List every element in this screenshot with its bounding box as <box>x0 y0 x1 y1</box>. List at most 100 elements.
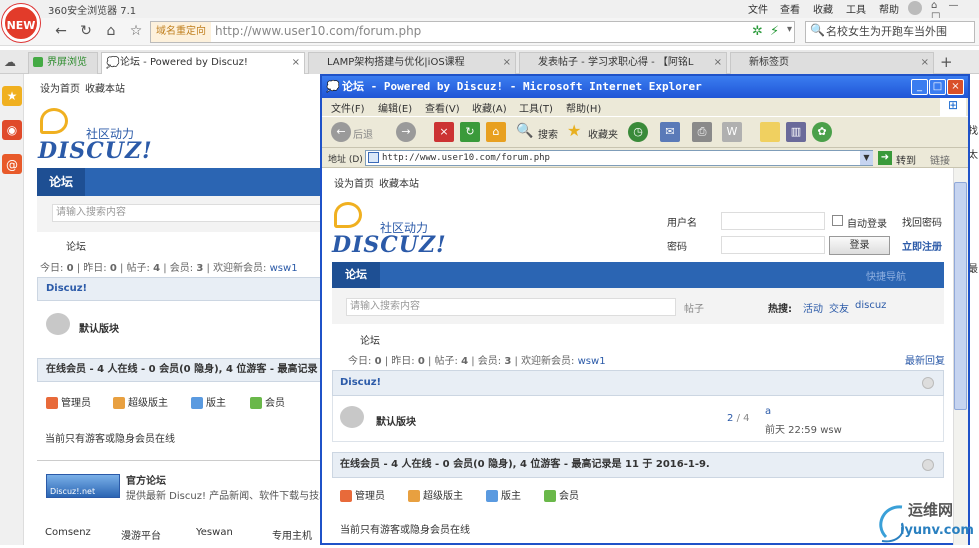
ie-menu-tools[interactable]: 工具(T) <box>519 100 553 115</box>
ie-refresh-icon[interactable]: ↻ <box>460 122 480 142</box>
menu-view[interactable]: 查看 <box>780 1 800 16</box>
tab-close-icon[interactable]: × <box>714 53 722 73</box>
new-tab-plus-icon[interactable]: + <box>940 53 953 71</box>
ie-stop-icon[interactable]: × <box>434 122 454 142</box>
newest-member-link[interactable]: wsw1 <box>270 263 298 274</box>
ie-scrollbar-thumb[interactable] <box>954 182 967 410</box>
hot-word-discuz[interactable]: discuz <box>855 300 886 311</box>
official-title[interactable]: 官方论坛 <box>126 472 166 487</box>
tab-forum[interactable]: 论坛 - Powered by Discuz! × <box>101 52 305 74</box>
last-post-title[interactable]: a <box>765 406 771 417</box>
discuz-logo[interactable]: DISCUZ! <box>38 138 153 164</box>
home-icon[interactable]: ⌂ <box>102 22 120 40</box>
tab-close-icon[interactable]: × <box>921 53 929 73</box>
breadcrumb[interactable]: 论坛 <box>66 238 86 253</box>
quick-nav-link[interactable]: 快捷导航 <box>866 268 906 283</box>
minimize-button[interactable]: _ <box>911 79 928 95</box>
tab-close-icon[interactable]: × <box>503 53 511 73</box>
footer-link-yeswan[interactable]: Yeswan <box>196 527 233 538</box>
set-homepage-link[interactable]: 设为首页 <box>40 80 80 95</box>
ie-nav-tab-forum[interactable]: 论坛 <box>332 262 380 288</box>
forum-name[interactable]: 默认版块 <box>79 320 119 335</box>
auto-login-label[interactable]: 自动登录 <box>847 215 887 230</box>
ie-forward-icon[interactable]: → <box>396 122 416 142</box>
ie-go-label[interactable]: 转到 <box>896 152 916 167</box>
ie-discuz-logo[interactable]: DISCUZ! <box>332 232 447 258</box>
discuz-net-logo[interactable]: Discuz!.net <box>46 474 120 498</box>
register-link[interactable]: 立即注册 <box>902 238 942 253</box>
login-button[interactable]: 登录 <box>829 236 890 255</box>
ie-online-header[interactable]: 在线会员 - 4 人在线 - 0 会员(0 隐身), 4 位游客 - 最高记录是… <box>332 452 944 478</box>
cloud-icon[interactable]: ☁ <box>4 55 16 69</box>
bookmark-site-link[interactable]: 收藏本站 <box>85 80 125 95</box>
weibo-icon[interactable]: ◉ <box>2 120 22 140</box>
menu-tools[interactable]: 工具 <box>846 1 866 16</box>
ie-edit-icon[interactable]: W <box>722 122 742 142</box>
address-text[interactable]: http://www.user10.com/forum.php <box>215 24 421 38</box>
auto-login-checkbox[interactable] <box>832 215 843 226</box>
ie-menu-edit[interactable]: 编辑(E) <box>378 100 412 115</box>
refresh-icon[interactable]: ↻ <box>77 22 95 40</box>
search-icon[interactable]: 🔍 <box>810 23 825 37</box>
ie-set-homepage-link[interactable]: 设为首页 <box>334 175 374 190</box>
ie-links-label[interactable]: 链接 <box>930 152 950 167</box>
tab-lamp[interactable]: LAMP架构搭建与优化|iOS课程 × <box>308 52 516 74</box>
ie-history-icon[interactable]: ◷ <box>628 122 648 142</box>
hot-word-friends[interactable]: 交友 <box>829 300 849 315</box>
ie-search-label[interactable]: 搜索 <box>538 126 558 141</box>
forum-search-input[interactable]: 请输入搜索内容 <box>52 204 325 222</box>
menu-help[interactable]: 帮助 <box>879 1 899 16</box>
ie-menu-favorites[interactable]: 收藏(A) <box>472 100 507 115</box>
ie-search-icon[interactable]: 🔍 <box>516 123 533 139</box>
ie-print-icon[interactable]: ⎙ <box>692 122 712 142</box>
ie-favorites-label[interactable]: 收藏夹 <box>588 126 618 141</box>
favorites-star-icon[interactable]: ★ <box>2 86 22 106</box>
username-input[interactable] <box>721 212 825 230</box>
last-post-user[interactable]: wsw <box>820 425 842 436</box>
ie-back-label[interactable]: 后退 <box>353 126 373 141</box>
category-header[interactable]: Discuz! <box>37 277 325 301</box>
ie-mail-icon[interactable]: ✉ <box>660 122 680 142</box>
ie-address-input[interactable]: http://www.user10.com/forum.php <box>365 150 873 166</box>
ie-discuss-icon[interactable] <box>760 122 780 142</box>
speed-icon[interactable]: ⚡ <box>770 24 779 39</box>
maximize-button[interactable]: □ <box>929 79 946 95</box>
footer-link-comsenz[interactable]: Comsenz <box>45 527 91 538</box>
ie-menu-file[interactable]: 文件(F) <box>331 100 365 115</box>
ie-back-icon[interactable]: ← <box>331 122 351 142</box>
latest-reply-link[interactable]: 最新回复 <box>905 352 945 367</box>
close-button[interactable]: × <box>947 79 964 95</box>
search-type-select[interactable]: 帖子 <box>684 300 704 315</box>
ie-research-icon[interactable]: ▥ <box>786 122 806 142</box>
ie-home-icon[interactable]: ⌂ <box>486 122 506 142</box>
footer-link-manyou[interactable]: 漫游平台 <box>121 527 161 542</box>
bookmark-star-icon[interactable]: ☆ <box>127 22 145 40</box>
menu-file[interactable]: 文件 <box>748 1 768 16</box>
ie-go-icon[interactable]: ➜ <box>878 151 892 165</box>
menu-favorites[interactable]: 收藏 <box>813 1 833 16</box>
ie-address-dropdown-icon[interactable]: ▼ <box>860 151 873 165</box>
password-input[interactable] <box>721 236 825 254</box>
ie-favorites-star-icon[interactable]: ★ <box>567 121 581 140</box>
collapse-icon[interactable] <box>922 377 934 389</box>
security-check-icon[interactable]: ✲ <box>752 24 763 39</box>
ie-menu-view[interactable]: 查看(V) <box>425 100 460 115</box>
footer-link-host[interactable]: 专用主机 <box>272 527 312 542</box>
ie-category-header[interactable]: Discuz! <box>332 370 944 396</box>
ie-bookmark-site-link[interactable]: 收藏本站 <box>379 175 419 190</box>
ie-messenger-icon[interactable]: ✿ <box>812 122 832 142</box>
hot-word-activity[interactable]: 活动 <box>803 300 823 315</box>
ie-menu-help[interactable]: 帮助(H) <box>566 100 601 115</box>
mail-icon[interactable]: @ <box>2 154 22 174</box>
find-password-link[interactable]: 找回密码 <box>902 214 942 229</box>
nav-tab-forum[interactable]: 论坛 <box>37 168 85 196</box>
window-controls[interactable]: ⌂ — □ <box>931 0 979 22</box>
search-input[interactable]: 名校女生为开跑车当外围 <box>805 21 975 43</box>
tab-new[interactable]: 新标签页 × <box>730 52 934 74</box>
new-badge-icon[interactable]: NEW <box>2 4 40 42</box>
ie-titlebar[interactable]: 论坛 - Powered by Discuz! - Microsoft Inte… <box>322 76 968 98</box>
ie-forum-name[interactable]: 默认版块 <box>376 413 416 428</box>
online-header[interactable]: 在线会员 - 4 人在线 - 0 会员(0 隐身), 4 位游客 - 最高记录 <box>37 358 325 382</box>
user-avatar-icon[interactable] <box>908 1 922 15</box>
online-collapse-icon[interactable] <box>922 459 934 471</box>
